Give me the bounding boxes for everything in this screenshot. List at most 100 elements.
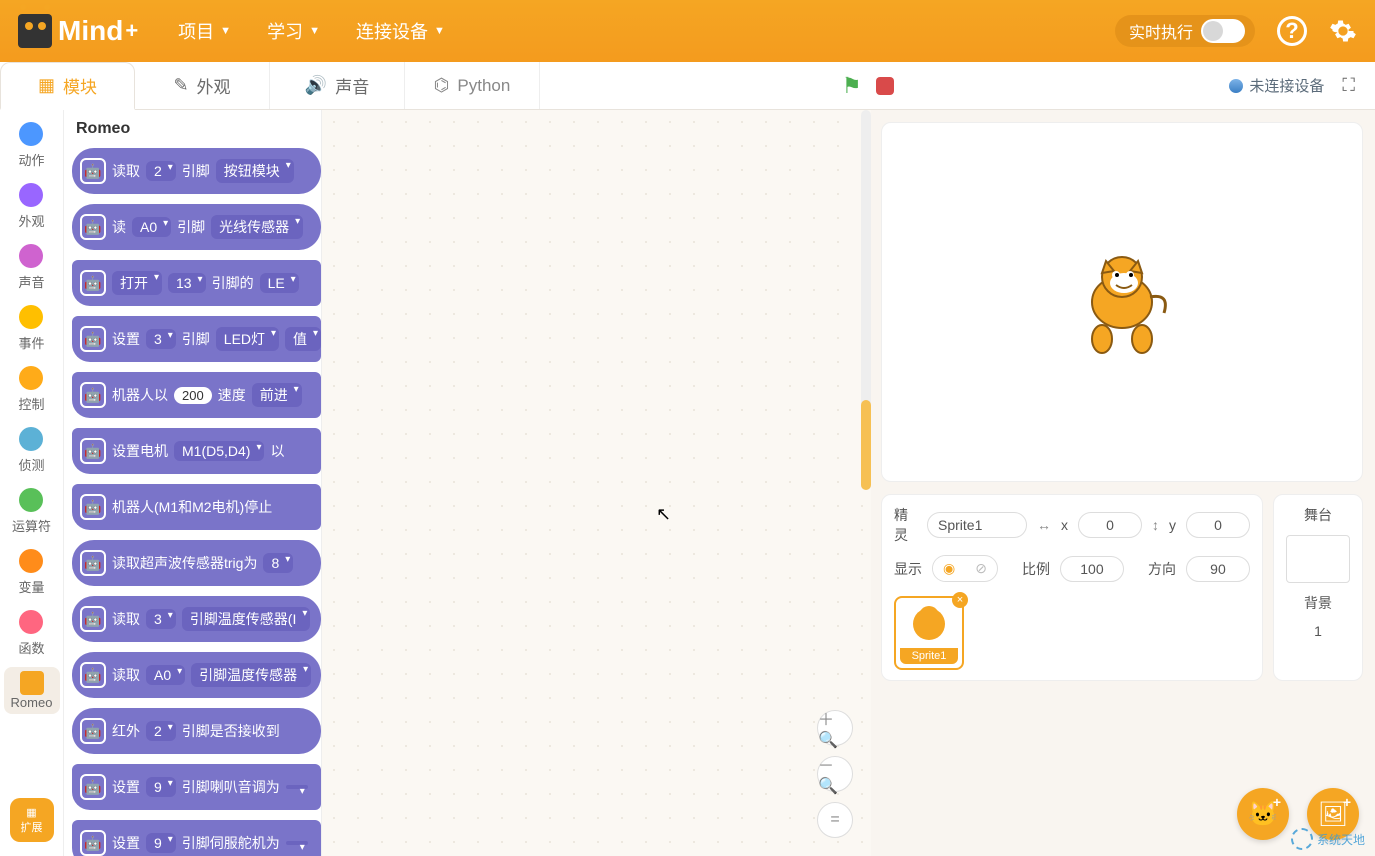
code-block[interactable]: 🤖设置9引脚伺服舵机为 bbox=[72, 820, 321, 856]
block-dropdown[interactable]: 值 bbox=[285, 327, 321, 351]
code-block[interactable]: 🤖读取A0引脚温度传感器 bbox=[72, 652, 321, 698]
sprite-card[interactable]: × Sprite1 bbox=[894, 596, 964, 670]
sprite-y-input[interactable]: 0 bbox=[1186, 512, 1250, 538]
block-text: 速度 bbox=[218, 385, 246, 405]
code-block[interactable]: 🤖设置电机M1(D5,D4)以 bbox=[72, 428, 321, 474]
settings-icon[interactable] bbox=[1329, 17, 1357, 45]
connection-status[interactable]: 未连接设备 bbox=[1229, 75, 1324, 96]
code-block[interactable]: 🤖读取2引脚按钮模块 bbox=[72, 148, 321, 194]
category-外观[interactable]: 外观 bbox=[18, 179, 44, 234]
block-text: 引脚喇叭音调为 bbox=[182, 777, 280, 797]
block-text: 引脚伺服舵机为 bbox=[182, 833, 280, 853]
palette-title: Romeo bbox=[76, 120, 321, 138]
code-block[interactable]: 🤖红外2引脚是否接收到 bbox=[72, 708, 321, 754]
workspace-scrollbar[interactable] bbox=[861, 110, 871, 490]
category-侦测[interactable]: 侦测 bbox=[18, 423, 44, 478]
block-text: 引脚 bbox=[182, 161, 210, 181]
block-text: 设置 bbox=[112, 777, 140, 797]
category-变量[interactable]: 变量 bbox=[18, 545, 44, 600]
backdrop-thumb[interactable] bbox=[1286, 535, 1350, 583]
block-dropdown[interactable]: 3 bbox=[146, 609, 176, 629]
code-block[interactable]: 🤖设置3引脚LED灯值 bbox=[72, 316, 321, 362]
block-dropdown[interactable]: 前进 bbox=[252, 383, 302, 407]
block-dropdown[interactable]: 2 bbox=[146, 721, 176, 741]
block-dropdown[interactable]: 引脚温度传感器(I bbox=[182, 607, 311, 631]
block-dropdown[interactable]: 光线传感器 bbox=[211, 215, 303, 239]
block-dropdown[interactable]: 3 bbox=[146, 329, 176, 349]
sprite-name-input[interactable]: Sprite1 bbox=[927, 512, 1027, 538]
extension-button[interactable]: ▦ 扩展 bbox=[10, 798, 54, 842]
code-block[interactable]: 🤖读取3引脚温度传感器(I bbox=[72, 596, 321, 642]
category-label: 侦测 bbox=[18, 455, 44, 474]
block-dropdown[interactable]: 13 bbox=[168, 273, 206, 293]
block-dropdown[interactable]: LE bbox=[260, 273, 299, 293]
category-动作[interactable]: 动作 bbox=[18, 118, 44, 173]
block-text: 读 bbox=[112, 217, 126, 237]
add-sprite-fab[interactable]: 🐱+ bbox=[1237, 788, 1289, 840]
backdrop-count: 1 bbox=[1314, 623, 1322, 639]
y-label: y bbox=[1169, 517, 1176, 533]
block-dropdown[interactable]: A0 bbox=[132, 217, 171, 237]
menu-connect-device[interactable]: 连接设备▼ bbox=[356, 18, 445, 44]
block-text: 读取 bbox=[112, 665, 140, 685]
block-dropdown[interactable]: 2 bbox=[146, 161, 176, 181]
code-block[interactable]: 🤖读取超声波传感器trig为8 bbox=[72, 540, 321, 586]
code-block[interactable]: 🤖机器人(M1和M2电机)停止 bbox=[72, 484, 321, 530]
green-flag-icon[interactable]: ⚑ bbox=[842, 73, 862, 99]
block-text: 引脚是否接收到 bbox=[182, 721, 280, 741]
block-dropdown[interactable]: 8 bbox=[263, 553, 293, 573]
tab-python[interactable]: ⌬Python bbox=[405, 62, 540, 109]
sprite-direction-input[interactable]: 90 bbox=[1186, 556, 1250, 582]
block-palette: Romeo 🤖读取2引脚按钮模块🤖读A0引脚光线传感器🤖打开13引脚的LE🤖设置… bbox=[64, 110, 322, 856]
block-dropdown[interactable] bbox=[286, 785, 308, 789]
robot-icon: 🤖 bbox=[80, 158, 106, 184]
delete-sprite-icon[interactable]: × bbox=[952, 592, 968, 608]
scale-label: 比例 bbox=[1022, 559, 1050, 579]
block-value-pill[interactable]: 200 bbox=[174, 387, 212, 404]
code-block[interactable]: 🤖机器人以200速度前进 bbox=[72, 372, 321, 418]
block-dropdown[interactable]: M1(D5,D4) bbox=[174, 441, 264, 461]
code-block[interactable]: 🤖设置9引脚喇叭音调为 bbox=[72, 764, 321, 810]
sprite-x-input[interactable]: 0 bbox=[1078, 512, 1142, 538]
menu-project[interactable]: 项目▼ bbox=[178, 18, 231, 44]
zoom-in-button[interactable]: ＋🔍 bbox=[817, 710, 853, 746]
realtime-label: 实时执行 bbox=[1129, 19, 1193, 43]
category-函数[interactable]: 函数 bbox=[18, 606, 44, 661]
visibility-toggle[interactable]: ◉⊘ bbox=[932, 555, 998, 582]
help-icon[interactable]: ? bbox=[1277, 16, 1307, 46]
menu-learn[interactable]: 学习▼ bbox=[267, 18, 320, 44]
stop-icon[interactable] bbox=[876, 77, 894, 95]
tab-sound[interactable]: 🔊声音 bbox=[270, 62, 405, 109]
tab-blocks[interactable]: ▦模块 bbox=[0, 62, 135, 110]
stage[interactable] bbox=[881, 122, 1363, 482]
eye-closed-icon: ⊘ bbox=[965, 556, 997, 581]
code-block[interactable]: 🤖读A0引脚光线传感器 bbox=[72, 204, 321, 250]
caret-down-icon: ▼ bbox=[434, 25, 445, 37]
category-控制[interactable]: 控制 bbox=[18, 362, 44, 417]
category-事件[interactable]: 事件 bbox=[18, 301, 44, 356]
category-dot-icon bbox=[19, 122, 43, 146]
tab-looks[interactable]: ✎外观 bbox=[135, 62, 270, 109]
sprite-scale-input[interactable]: 100 bbox=[1060, 556, 1124, 582]
block-dropdown[interactable]: 引脚温度传感器 bbox=[191, 663, 311, 687]
stage-panel-title: 舞台 bbox=[1304, 505, 1332, 525]
category-Romeo[interactable]: Romeo bbox=[4, 667, 60, 714]
realtime-toggle[interactable] bbox=[1201, 19, 1245, 43]
block-dropdown[interactable]: LED灯 bbox=[216, 327, 279, 351]
zoom-out-button[interactable]: －🔍 bbox=[817, 756, 853, 792]
fullscreen-icon[interactable]: ⛶ bbox=[1342, 75, 1355, 96]
zoom-reset-button[interactable]: = bbox=[817, 802, 853, 838]
block-dropdown[interactable] bbox=[286, 841, 308, 845]
category-dot-icon bbox=[19, 305, 43, 329]
main-area: 动作外观声音事件控制侦测运算符变量函数 Romeo ▦ 扩展 Romeo 🤖 读取 2… bbox=[0, 110, 1375, 856]
workspace[interactable]: ＋🔍 －🔍 = bbox=[322, 110, 871, 856]
block-dropdown[interactable]: 打开 bbox=[112, 271, 162, 295]
block-dropdown[interactable]: 9 bbox=[146, 833, 176, 853]
block-dropdown[interactable]: 9 bbox=[146, 777, 176, 797]
category-运算符[interactable]: 运算符 bbox=[12, 484, 51, 539]
block-dropdown[interactable]: 按钮模块 bbox=[216, 159, 294, 183]
block-dropdown[interactable]: A0 bbox=[146, 665, 185, 685]
category-声音[interactable]: 声音 bbox=[18, 240, 44, 295]
code-block[interactable]: 🤖打开13引脚的LE bbox=[72, 260, 321, 306]
category-dot-icon bbox=[19, 366, 43, 390]
